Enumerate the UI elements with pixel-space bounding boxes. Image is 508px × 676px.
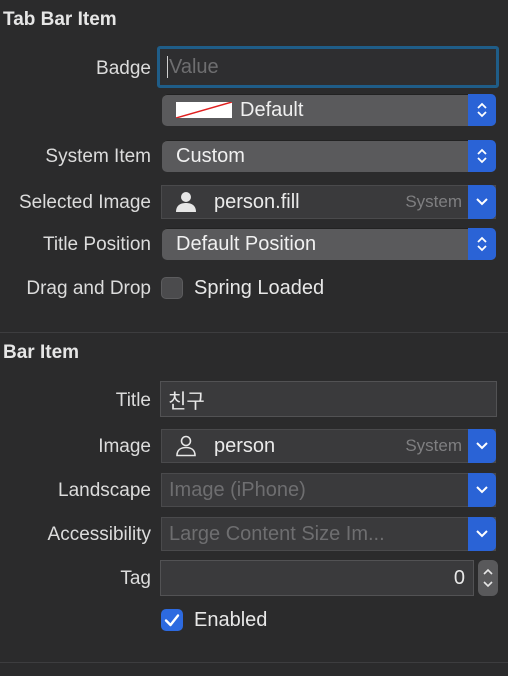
landscape-label: Landscape <box>58 480 151 501</box>
badge-placeholder: Value <box>169 55 219 78</box>
badge-color-value: Default <box>240 98 304 121</box>
title-field[interactable]: 친구 <box>160 381 497 417</box>
up-down-chevron-icon <box>468 140 496 172</box>
image-combo[interactable]: person System <box>161 429 496 463</box>
accessibility-placeholder: Large Content Size Im... <box>169 522 385 545</box>
section-title-tab-bar-item: Tab Bar Item <box>3 9 117 30</box>
no-color-swatch-icon <box>176 102 232 118</box>
title-position-label: Title Position <box>42 234 151 255</box>
enabled-checkbox[interactable] <box>161 609 183 631</box>
badge-color-popup[interactable]: Default <box>162 94 496 126</box>
spring-loaded-label[interactable]: Spring Loaded <box>194 277 324 300</box>
up-down-chevron-icon <box>468 94 496 126</box>
system-tag: System <box>405 436 462 455</box>
accessibility-combo[interactable]: Large Content Size Im... <box>161 517 496 551</box>
image-value: person <box>214 434 276 457</box>
tag-value: 0 <box>453 566 465 589</box>
spring-loaded-checkbox[interactable] <box>161 277 183 299</box>
text-caret <box>167 56 168 78</box>
selected-image-label: Selected Image <box>18 192 151 213</box>
chevron-down-icon[interactable] <box>483 581 493 588</box>
badge-label: Badge <box>96 58 151 79</box>
accessibility-label: Accessibility <box>47 524 151 545</box>
image-label: Image <box>98 436 151 457</box>
drag-and-drop-label: Drag and Drop <box>26 278 151 299</box>
title-position-value: Default Position <box>176 232 317 255</box>
badge-field[interactable]: Value <box>157 46 499 88</box>
landscape-placeholder: Image (iPhone) <box>169 478 306 501</box>
chevron-down-icon[interactable] <box>468 185 496 219</box>
title-value: 친구 <box>168 390 205 413</box>
section-divider <box>0 662 508 663</box>
person-icon <box>176 435 196 457</box>
system-item-value: Custom <box>176 144 245 167</box>
landscape-combo[interactable]: Image (iPhone) <box>161 473 496 507</box>
system-item-label: System Item <box>45 146 151 167</box>
tag-stepper[interactable] <box>478 560 498 596</box>
section-divider <box>0 332 508 333</box>
enabled-label[interactable]: Enabled <box>194 609 267 632</box>
selected-image-combo[interactable]: person.fill System <box>161 185 496 219</box>
title-position-popup[interactable]: Default Position <box>162 228 496 260</box>
up-down-chevron-icon <box>468 228 496 260</box>
chevron-down-icon[interactable] <box>468 473 496 507</box>
selected-image-value: person.fill <box>214 190 300 213</box>
chevron-down-icon[interactable] <box>468 517 496 551</box>
system-item-popup[interactable]: Custom <box>162 140 496 172</box>
section-title-bar-item: Bar Item <box>3 342 80 363</box>
chevron-up-icon[interactable] <box>483 568 493 575</box>
tag-field[interactable]: 0 <box>160 560 474 596</box>
person-fill-icon <box>176 192 196 212</box>
tag-label: Tag <box>120 568 151 589</box>
title-label: Title <box>115 390 151 411</box>
system-tag: System <box>405 192 462 211</box>
checkmark-icon <box>164 614 180 627</box>
chevron-down-icon[interactable] <box>468 429 496 463</box>
